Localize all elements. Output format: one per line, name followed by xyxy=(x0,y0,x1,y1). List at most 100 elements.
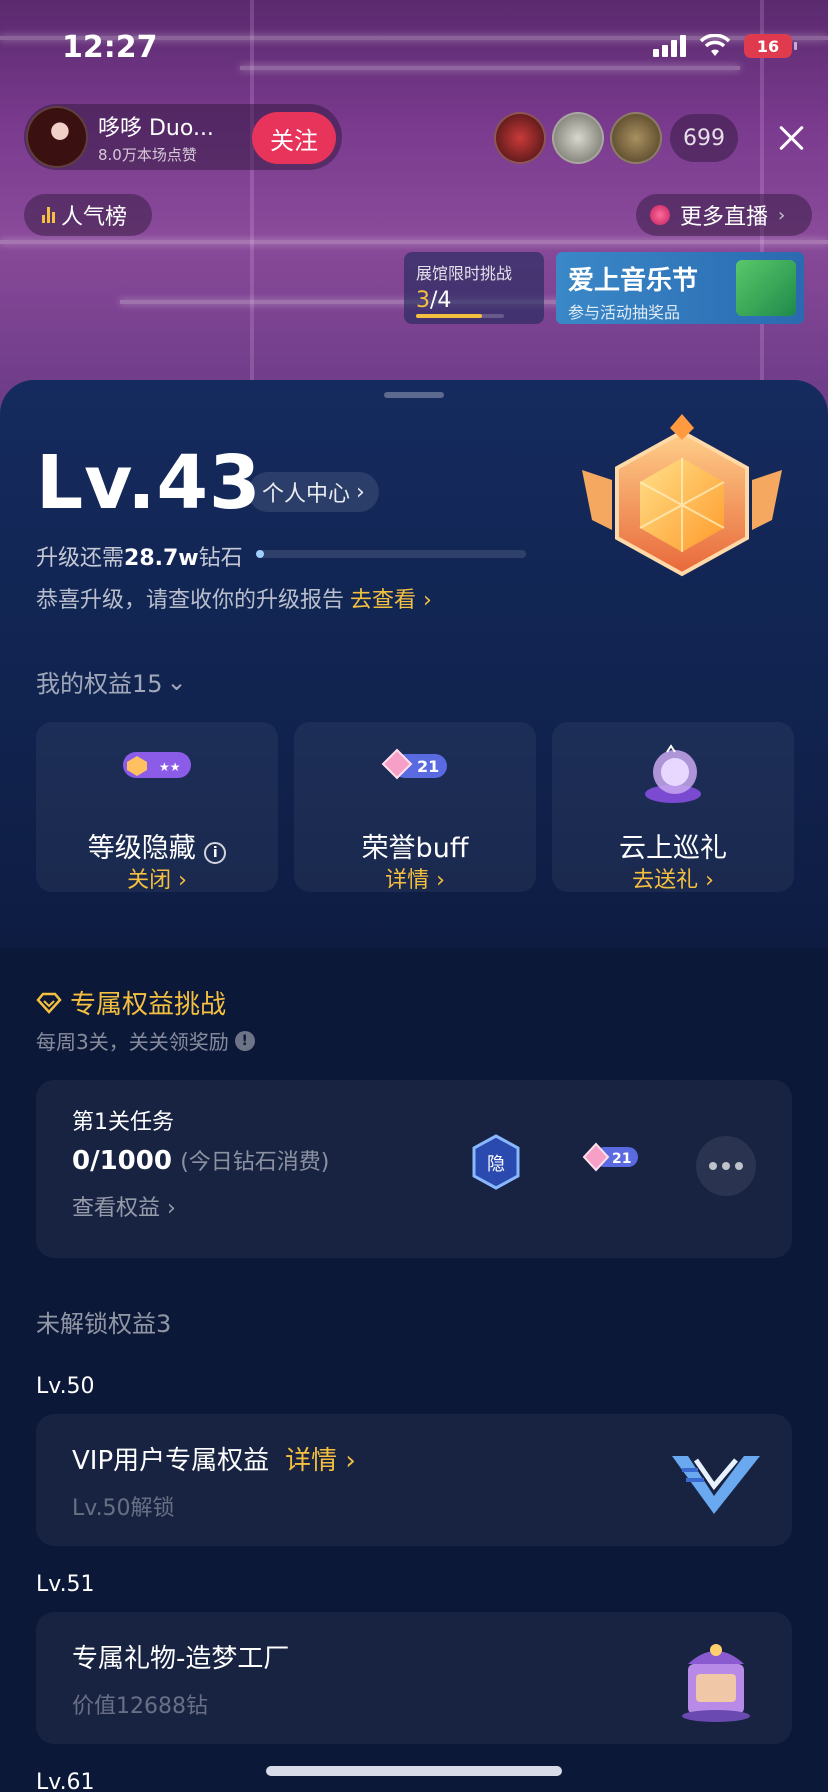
my-rights-toggle[interactable]: 我的权益15 ⌄ xyxy=(36,664,187,699)
level-sheet: Lv.43 个人中心 › 升级还需28.7w钻石 恭喜升级，请查收你的升级报告 … xyxy=(0,380,828,1792)
view-report-link[interactable]: 去查看 › xyxy=(350,582,432,614)
exclusive-challenge-subtitle: 每周3关，关关领奖励 ! xyxy=(36,1026,255,1055)
level-title: Lv.43 xyxy=(36,440,262,526)
challenge-title: 展馆限时挑战 xyxy=(416,264,513,283)
task-current: 0 xyxy=(72,1146,91,1176)
right-action-link[interactable]: 详情 › xyxy=(294,862,536,894)
status-bar: 12:27 16 xyxy=(0,0,828,100)
locked-right-condition: 价值12688钻 xyxy=(72,1694,208,1719)
hidden-reward-text: 隐 xyxy=(487,1154,505,1175)
more-rewards-button[interactable] xyxy=(696,1136,756,1196)
upgrade-report: 恭喜升级，请查收你的升级报告 去查看 › xyxy=(36,582,432,614)
music-festival-banner[interactable]: 爱上音乐节 参与活动抽奖品 xyxy=(556,252,804,324)
personal-center-label: 个人中心 xyxy=(262,482,351,507)
personal-center-button[interactable]: 个人中心 › xyxy=(248,472,379,512)
viewer-count[interactable]: 699 xyxy=(670,114,738,162)
my-rights-label: 我的权益15 xyxy=(36,670,163,698)
svg-text:★★: ★★ xyxy=(159,760,181,774)
task-card[interactable]: 第1关任务 0/1000 (今日钻石消费) 查看权益 › 隐 21 xyxy=(36,1080,792,1258)
more-live-button[interactable]: 更多直播 › xyxy=(636,194,812,236)
right-action-link[interactable]: 去送礼 › xyxy=(552,862,794,894)
task-title: 第1关任务 xyxy=(72,1110,174,1135)
rights-cards: ★★ 等级隐藏 i 关闭 › 21 荣誉buff 详情 › 云上巡礼 去送礼 › xyxy=(36,722,794,894)
level-hide-icon: ★★ xyxy=(123,752,191,778)
challenge-current: 3 xyxy=(416,288,430,313)
diamond-icon xyxy=(36,992,62,1014)
buff-badge-text: 21 xyxy=(417,757,439,776)
level-hide-action: 关闭 xyxy=(127,868,172,893)
right-card-cloud-tour[interactable]: 云上巡礼 去送礼 › xyxy=(552,722,794,894)
viewer-list[interactable]: 699 xyxy=(494,112,738,164)
locked-right-card[interactable]: VIP用户专属权益 详情 › Lv.50解锁 xyxy=(36,1414,792,1546)
upgrade-need-prefix: 升级还需 xyxy=(36,546,125,571)
task-progress: 0/1000 (今日钻石消费) xyxy=(72,1144,329,1176)
buff-reward-text: 21 xyxy=(612,1151,631,1167)
popular-ranking-label: 人气榜 xyxy=(61,205,128,230)
right-card-level-hide[interactable]: ★★ 等级隐藏 i 关闭 › xyxy=(36,722,278,894)
locked-right-detail-link[interactable]: 详情 › xyxy=(285,1440,356,1477)
locked-right-card[interactable]: 专属礼物-造梦工厂 价值12688钻 xyxy=(36,1612,792,1744)
host-name: 哆哆 Duo... xyxy=(98,115,214,141)
close-icon[interactable] xyxy=(776,122,808,154)
status-icons: 16 xyxy=(653,34,797,58)
upgrade-report-text: 恭喜升级，请查收你的升级报告 xyxy=(36,588,345,613)
dream-factory-gift-icon xyxy=(682,1644,750,1722)
exclusive-challenge-title: 专属权益挑战 xyxy=(36,984,226,1021)
challenge-progress-bar xyxy=(416,314,504,318)
honor-buff-reward-icon: 21 xyxy=(582,1142,638,1172)
festival-image xyxy=(736,260,796,316)
more-live-label: 更多直播 xyxy=(680,205,769,230)
info-icon[interactable]: i xyxy=(204,842,227,864)
chevron-right-icon: › xyxy=(356,479,365,505)
challenge-progress: 3/4 xyxy=(416,288,532,313)
view-rights-link[interactable]: 查看权益 › xyxy=(72,1190,176,1222)
honor-buff-name: 荣誉buff xyxy=(361,833,469,864)
locked-level-label: Lv.61 xyxy=(36,1770,95,1792)
viewer-avatar[interactable] xyxy=(552,112,604,164)
host-info[interactable]: 哆哆 Duo... 8.0万本场点赞 关注 xyxy=(24,104,342,170)
host-avatar[interactable] xyxy=(26,106,88,168)
locked-level-label: Lv.50 xyxy=(36,1374,95,1399)
locked-right-name: VIP用户专属权益 xyxy=(72,1446,270,1476)
view-report-label: 去查看 xyxy=(350,588,417,613)
locked-right-condition: Lv.50解锁 xyxy=(72,1496,175,1521)
right-action-link[interactable]: 关闭 › xyxy=(36,862,278,894)
upgrade-need-suffix: 钻石 xyxy=(198,546,243,571)
exclusive-subtitle-text: 每周3关，关关领奖励 xyxy=(36,1030,229,1054)
right-name: 等级隐藏 i xyxy=(36,826,278,865)
vip-logo-icon xyxy=(672,1456,760,1514)
view-rights-label: 查看权益 xyxy=(72,1196,161,1221)
sheet-grabber[interactable] xyxy=(384,392,444,398)
info-icon[interactable]: ! xyxy=(234,1030,255,1051)
battery-icon: 16 xyxy=(744,34,797,58)
level-progress-fill xyxy=(256,550,265,558)
cloud-tour-name: 云上巡礼 xyxy=(619,833,727,864)
honor-buff-action: 详情 xyxy=(385,868,430,893)
upgrade-need-amount: 28.7w xyxy=(124,546,199,571)
level-hide-name: 等级隐藏 xyxy=(87,833,196,864)
status-time: 12:27 xyxy=(62,30,158,65)
honor-buff-icon: 21 xyxy=(381,748,447,780)
level-badge-icon xyxy=(582,414,782,577)
task-target: /1000 xyxy=(90,1146,172,1176)
cloud-tour-action: 去送礼 xyxy=(632,868,699,893)
challenge-progress-fill xyxy=(416,314,482,318)
right-card-honor-buff[interactable]: 21 荣誉buff 详情 › xyxy=(294,722,536,894)
cloud-tour-icon xyxy=(645,744,701,803)
follow-button[interactable]: 关注 xyxy=(252,112,336,164)
challenge-total: /4 xyxy=(430,288,452,313)
chevron-right-icon: › xyxy=(778,204,786,226)
exhibition-challenge-card[interactable]: 展馆限时挑战 3/4 xyxy=(404,252,544,324)
ranking-bars-icon xyxy=(42,207,55,223)
task-hint: (今日钻石消费) xyxy=(180,1150,330,1175)
locked-right-detail-label: 详情 xyxy=(285,1446,338,1476)
host-likes: 8.0万本场点赞 xyxy=(98,145,197,164)
viewer-avatar[interactable] xyxy=(610,112,662,164)
viewer-avatar[interactable] xyxy=(494,112,546,164)
popular-ranking-button[interactable]: 人气榜 xyxy=(24,194,152,236)
wifi-icon xyxy=(700,34,730,56)
live-dot-icon xyxy=(650,205,670,225)
level-progress-bar xyxy=(256,550,526,558)
home-indicator[interactable] xyxy=(266,1766,562,1776)
hidden-reward-icon: 隐 xyxy=(472,1134,520,1190)
